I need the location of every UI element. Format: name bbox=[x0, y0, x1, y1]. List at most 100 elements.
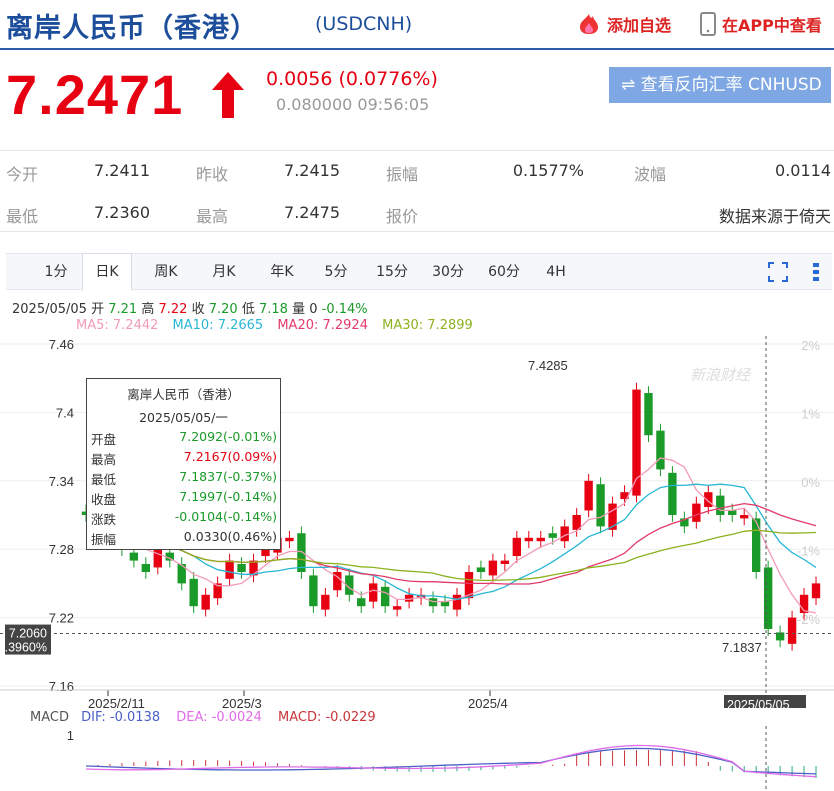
tab-8[interactable]: 60分 bbox=[482, 254, 526, 290]
macd-chart: 1 bbox=[67, 726, 817, 791]
candle-body bbox=[309, 575, 318, 607]
candle-body bbox=[261, 549, 270, 557]
tab-5[interactable]: 5分 bbox=[316, 254, 356, 290]
price-change: 0.0056 (0.0776%) bbox=[266, 68, 438, 90]
settings-icon[interactable] bbox=[807, 262, 825, 282]
tooltip-row: 最低 7.1837(-0.37%) bbox=[91, 469, 277, 487]
tooltip-row-value: 7.2167(0.09%) bbox=[183, 449, 277, 464]
info-vol: 0 bbox=[309, 302, 318, 317]
tab-3[interactable]: 月K bbox=[202, 254, 246, 290]
pct-tick-label: 0% bbox=[801, 475, 820, 490]
tab-6[interactable]: 15分 bbox=[370, 254, 414, 290]
ma30-legend: MA30: 7.2899 bbox=[382, 318, 473, 333]
candle-body bbox=[692, 503, 701, 522]
ma5-legend: MA5: 7.2442 bbox=[76, 318, 159, 333]
amplitude-label: 振幅 bbox=[386, 165, 419, 184]
data-source: 数据来源于倚天 bbox=[718, 207, 831, 226]
tooltip-row-label: 最高 bbox=[91, 452, 117, 467]
pct-tick-label: 2% bbox=[801, 338, 820, 353]
tab-1[interactable]: 日K bbox=[82, 253, 132, 291]
candle-body bbox=[596, 484, 605, 527]
x-tick-label: 2025/3 bbox=[222, 696, 262, 708]
cursor-date: 2025/05/05 bbox=[727, 698, 790, 708]
info-low-label: 低 bbox=[241, 302, 255, 317]
info-pct: -0.14% bbox=[321, 302, 368, 317]
pct-tick-label: -2% bbox=[797, 612, 821, 627]
info-close: 7.20 bbox=[208, 302, 238, 317]
quote-label: 报价 bbox=[386, 207, 419, 226]
candle-body bbox=[716, 495, 725, 515]
macd-dea-line bbox=[85, 744, 817, 778]
page-title: 离岸人民币（香港） bbox=[6, 13, 258, 44]
tooltip-row-value: 7.2092(-0.01%) bbox=[179, 429, 277, 444]
page-header: 离岸人民币（香港） (USDCNH) 添加自选 在APP中查看 bbox=[0, 0, 834, 50]
info-low: 7.18 bbox=[258, 302, 288, 317]
pct-tick-label: -1% bbox=[797, 544, 821, 559]
tooltip-title: 离岸人民币（香港） bbox=[127, 387, 240, 402]
candle-body bbox=[728, 510, 737, 515]
info-high: 7.22 bbox=[158, 302, 188, 317]
candle-body bbox=[452, 594, 462, 610]
candle-body bbox=[668, 472, 677, 515]
wave-value: 0.0114 bbox=[775, 161, 831, 180]
candle-body bbox=[440, 601, 450, 607]
ma10-legend: MA10: 7.2665 bbox=[172, 318, 264, 333]
tab-9[interactable]: 4H bbox=[536, 254, 576, 290]
symbol-code: (USDCNH) bbox=[315, 13, 413, 35]
ma20-legend: MA20: 7.2924 bbox=[277, 318, 368, 333]
low-value: 7.2360 bbox=[94, 203, 150, 222]
y-tick-label: 7.46 bbox=[49, 337, 74, 352]
candle-info-line: 2025/05/05 开 7.21 高 7.22 收 7.20 低 7.18 量… bbox=[12, 298, 368, 317]
watermark: 新浪财经 bbox=[690, 366, 752, 384]
candle-body bbox=[488, 560, 498, 576]
prev-close-value: 7.2415 bbox=[284, 161, 340, 180]
candle-tooltip: 离岸人民币（香港） 2025/05/05/一 开盘 7.2092(-0.01%) 最… bbox=[86, 378, 281, 550]
tab-0[interactable]: 1分 bbox=[36, 254, 76, 290]
high-label: 最高 bbox=[196, 207, 229, 226]
candle-body bbox=[512, 537, 522, 557]
tooltip-row-label: 最低 bbox=[91, 472, 117, 487]
candle-body bbox=[237, 564, 246, 572]
candle-body bbox=[369, 583, 378, 602]
info-vol-label: 量 bbox=[292, 302, 306, 317]
wave-label: 波幅 bbox=[634, 165, 667, 184]
candle-body bbox=[297, 533, 306, 572]
candle-body bbox=[500, 560, 510, 565]
macd-dif: DIF: -0.0138 bbox=[81, 710, 161, 725]
tab-4[interactable]: 年K bbox=[260, 254, 304, 290]
macd-label: MACD bbox=[30, 710, 69, 725]
min-price-label: 7.1837 bbox=[722, 640, 762, 655]
add-favorite-button[interactable]: 添加自选 bbox=[576, 12, 671, 36]
info-open-label: 开 bbox=[91, 302, 105, 317]
ma-legend: MA5: 7.2442 MA10: 7.2665 MA20: 7.2924 MA… bbox=[76, 318, 473, 333]
add-favorite-label: 添加自选 bbox=[607, 16, 672, 35]
tab-7[interactable]: 30分 bbox=[426, 254, 470, 290]
candle-body bbox=[644, 393, 653, 436]
high-value: 7.2475 bbox=[284, 203, 340, 222]
tooltip-row-label: 收盘 bbox=[91, 492, 117, 507]
macd-dif-line bbox=[85, 747, 817, 775]
candle-body bbox=[357, 598, 366, 607]
macd-legend: MACD DIF: -0.0138 DEA: -0.0024 MACD: -0.… bbox=[30, 710, 376, 725]
candle-body bbox=[548, 533, 557, 538]
candle-body bbox=[524, 537, 533, 542]
tooltip-row: 振幅 0.0330(0.46%) bbox=[91, 529, 277, 547]
candle-body bbox=[476, 567, 486, 572]
info-close-label: 收 bbox=[191, 302, 205, 317]
y-tick-label: 7.22 bbox=[49, 611, 74, 626]
tab-2[interactable]: 周K bbox=[144, 254, 188, 290]
candle-body bbox=[201, 594, 210, 610]
candle-body bbox=[285, 537, 294, 542]
tooltip-row-label: 涨跌 bbox=[91, 512, 117, 527]
cursor-price: 7.2060 bbox=[9, 627, 47, 641]
tooltip-date: 2025/05/05/一 bbox=[139, 410, 228, 425]
candle-body bbox=[225, 560, 234, 579]
tooltip-row-value: 0.0330(0.46%) bbox=[183, 529, 277, 544]
candle-body bbox=[656, 430, 665, 470]
macd-axis-label: 1 bbox=[67, 728, 74, 743]
fullscreen-icon[interactable] bbox=[768, 262, 788, 282]
candle-body bbox=[129, 552, 139, 561]
reverse-rate-button[interactable]: ⇌ 查看反向汇率 CNHUSD bbox=[609, 67, 831, 103]
app-view-button[interactable]: 在APP中查看 bbox=[700, 12, 822, 36]
up-arrow-icon bbox=[212, 72, 244, 118]
